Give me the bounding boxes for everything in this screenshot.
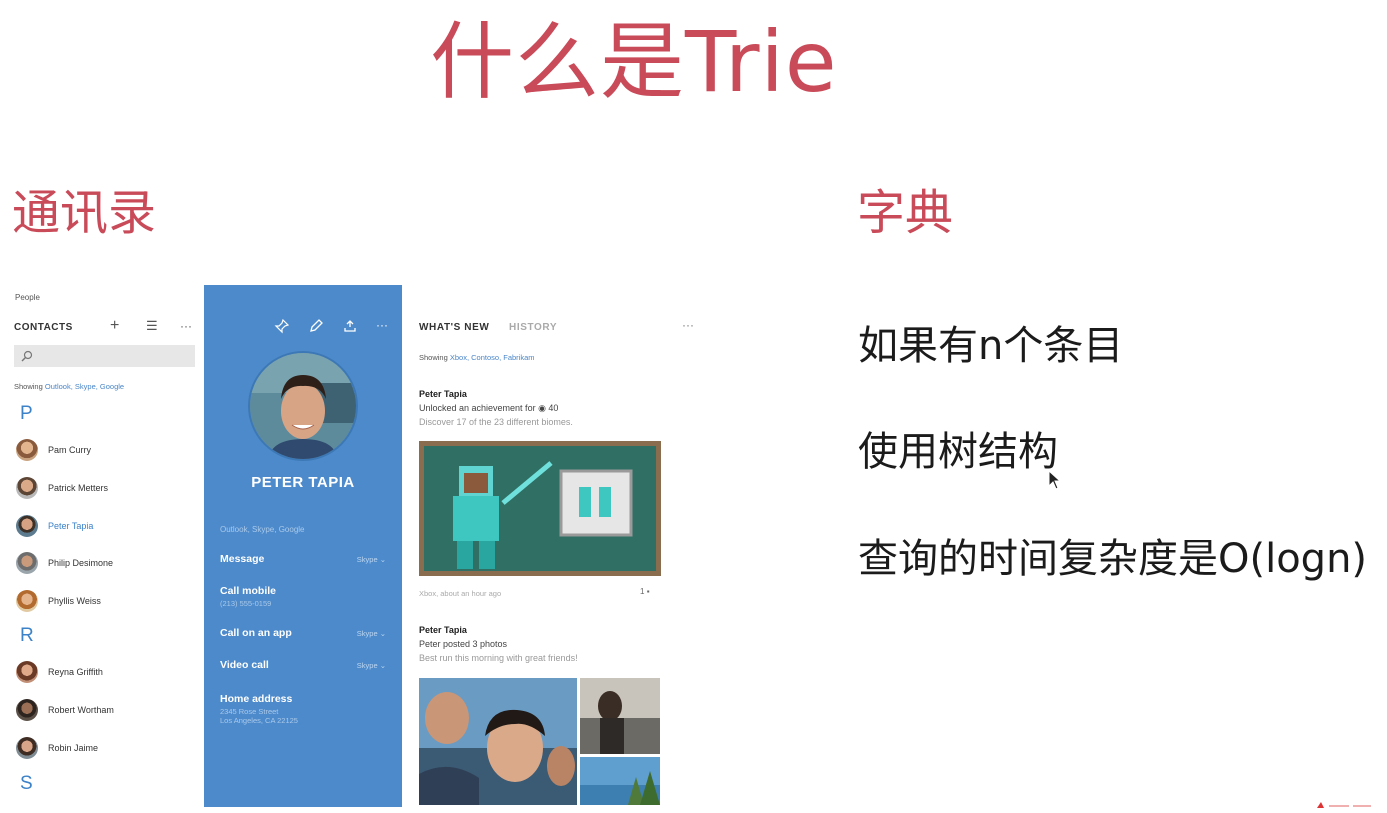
- feed-sources-filter[interactable]: Showing Xbox, Contoso, Fabrikam: [419, 353, 535, 362]
- action-app-select[interactable]: Skype ⌄: [357, 629, 386, 638]
- comment-count-value: 1: [640, 587, 645, 596]
- slide-title: 什么是Trie: [430, 13, 838, 111]
- contact-item[interactable]: Philip Desimone: [16, 550, 196, 576]
- group-letter-p[interactable]: P: [20, 403, 33, 425]
- contact-item[interactable]: Patrick Metters: [16, 475, 196, 501]
- action-call-mobile[interactable]: Call mobile (213) 555-0159: [220, 585, 386, 608]
- app-name: People: [15, 293, 40, 302]
- post-author[interactable]: Peter Tapia: [419, 625, 467, 635]
- contact-item[interactable]: Robin Jaime: [16, 735, 196, 761]
- heading-contacts: 通讯录: [12, 185, 157, 241]
- action-title: Home address: [220, 693, 293, 705]
- profile-sources[interactable]: Outlook, Skype, Google: [220, 525, 305, 534]
- action-app-select[interactable]: Skype ⌄: [357, 661, 386, 670]
- contact-name: Robert Wortham: [48, 705, 114, 715]
- search-icon: [21, 350, 33, 362]
- more-icon[interactable]: ···: [682, 318, 694, 332]
- mouse-cursor-icon: [1048, 470, 1062, 490]
- avatar: [16, 737, 38, 759]
- pin-icon[interactable]: [274, 318, 290, 334]
- plus-icon[interactable]: +: [110, 318, 119, 334]
- contact-item[interactable]: Reyna Griffith: [16, 659, 196, 685]
- profile-photo: [248, 351, 358, 461]
- avatar: [16, 477, 38, 499]
- action-detail: (213) 555-0159: [220, 599, 272, 608]
- sources-link[interactable]: Outlook, Skype, Google: [45, 382, 124, 391]
- post-meta: Xbox, about an hour ago: [419, 589, 502, 598]
- avatar: [16, 661, 38, 683]
- watermark: [1317, 802, 1371, 808]
- more-icon[interactable]: ···: [376, 318, 392, 334]
- contact-name: Peter Tapia: [48, 521, 94, 531]
- people-app-screenshot: People CONTACTS + ☰ ··· Showing Outlook,…: [8, 285, 708, 807]
- post-subtext: Discover 17 of the 23 different biomes.: [419, 417, 573, 427]
- sources-filter[interactable]: Showing Outlook, Skype, Google: [14, 382, 124, 391]
- comment-icon: ▪: [646, 587, 650, 596]
- address-line-2: Los Angeles, CA 22125: [220, 716, 298, 725]
- group-letter-r[interactable]: R: [20, 625, 34, 647]
- showing-label: Showing: [419, 353, 448, 362]
- comment-count[interactable]: 1 ▪: [640, 587, 650, 596]
- tab-history[interactable]: HISTORY: [509, 322, 557, 333]
- bullet-complexity: 查询的时间复杂度是O(logn): [858, 536, 1368, 582]
- contact-name: Patrick Metters: [48, 483, 109, 493]
- action-home-address[interactable]: Home address 2345 Rose Street Los Angele…: [220, 693, 386, 725]
- bullet-entries: 如果有n个条目: [858, 323, 1124, 369]
- action-app-select[interactable]: Skype ⌄: [357, 555, 386, 564]
- bullet-tree: 使用树结构: [858, 429, 1058, 475]
- post-subtext: Best run this morning with great friends…: [419, 653, 578, 663]
- heading-dictionary: 字典: [857, 185, 954, 241]
- activity-feed: WHAT'S NEW HISTORY ··· Showing Xbox, Con…: [402, 285, 708, 807]
- action-title: Call mobile: [220, 585, 277, 597]
- contact-name: Pam Curry: [48, 445, 92, 455]
- contact-item[interactable]: Robert Wortham: [16, 697, 196, 723]
- contact-item[interactable]: Peter Tapia: [16, 513, 196, 539]
- feed-sources-link[interactable]: Xbox, Contoso, Fabrikam: [450, 353, 535, 362]
- avatar: [16, 699, 38, 721]
- post-author[interactable]: Peter Tapia: [419, 389, 467, 399]
- contact-item[interactable]: Pam Curry: [16, 437, 196, 463]
- contacts-sidebar: People CONTACTS + ☰ ··· Showing Outlook,…: [8, 285, 203, 807]
- share-icon[interactable]: [342, 318, 358, 334]
- action-message[interactable]: Message Skype ⌄: [220, 553, 386, 565]
- post-photo[interactable]: [580, 678, 660, 754]
- action-call-app[interactable]: Call on an app Skype ⌄: [220, 627, 386, 639]
- contact-item[interactable]: Phyllis Weiss: [16, 588, 196, 614]
- post-photo[interactable]: [580, 757, 660, 805]
- post-text: Peter posted 3 photos: [419, 639, 508, 649]
- more-icon[interactable]: ···: [180, 318, 192, 334]
- avatar: [16, 515, 38, 537]
- group-letter-s[interactable]: S: [20, 773, 33, 795]
- search-input[interactable]: [14, 345, 195, 367]
- contacts-header: CONTACTS: [14, 322, 73, 333]
- address-line-1: 2345 Rose Street: [220, 707, 279, 716]
- avatar: [16, 552, 38, 574]
- contact-name: Reyna Griffith: [48, 667, 103, 677]
- list-icon[interactable]: ☰: [146, 318, 158, 334]
- achievement-image[interactable]: [419, 441, 661, 576]
- contact-profile-panel: ··· PETER TAPIA Outlook, Skype, Google M…: [204, 285, 402, 807]
- showing-label: Showing: [14, 382, 43, 391]
- tab-whats-new[interactable]: WHAT'S NEW: [419, 322, 489, 333]
- post-text: Unlocked an achievement for ◉ 40: [419, 403, 559, 413]
- avatar: [16, 439, 38, 461]
- profile-name: PETER TAPIA: [251, 474, 355, 491]
- post-photo[interactable]: [419, 678, 577, 805]
- contact-name: Phyllis Weiss: [48, 596, 101, 606]
- action-video-call[interactable]: Video call Skype ⌄: [220, 659, 386, 671]
- avatar: [16, 590, 38, 612]
- contact-name: Philip Desimone: [48, 558, 114, 568]
- contact-name: Robin Jaime: [48, 743, 99, 753]
- edit-icon[interactable]: [308, 318, 324, 334]
